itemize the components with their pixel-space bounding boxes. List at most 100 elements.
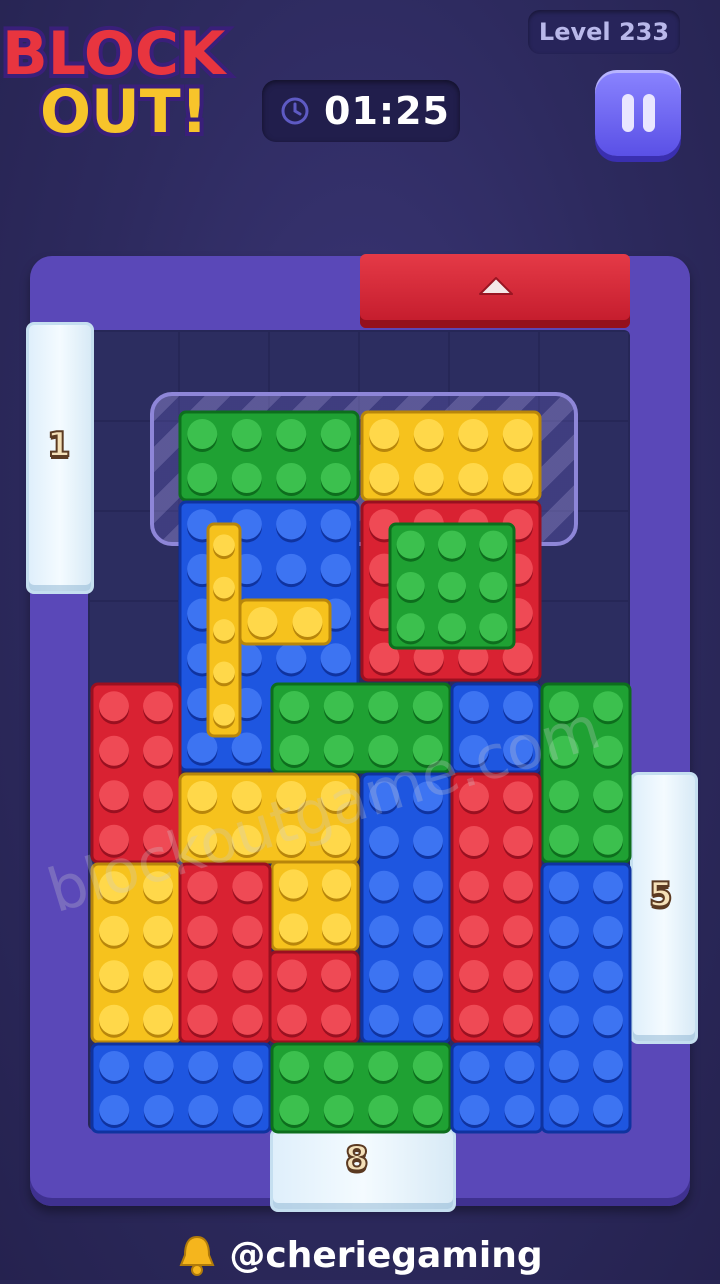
stud xyxy=(503,826,533,856)
brick-green-inner[interactable] xyxy=(388,522,516,650)
stud xyxy=(503,915,533,946)
brick-blue-right[interactable] xyxy=(540,862,632,1134)
stud xyxy=(99,735,129,766)
stud xyxy=(369,419,400,449)
brick-green-top[interactable] xyxy=(178,410,360,502)
stud xyxy=(504,1051,535,1081)
brick-blue-bottom-right[interactable] xyxy=(450,1042,544,1134)
stud xyxy=(187,960,218,991)
stud xyxy=(292,607,323,637)
stud xyxy=(276,643,307,674)
stud xyxy=(369,1004,399,1035)
brick-red-l-foot[interactable] xyxy=(268,950,360,1044)
stud xyxy=(459,915,489,946)
stud xyxy=(549,871,579,902)
stud xyxy=(413,960,443,990)
stud xyxy=(549,1005,579,1036)
stud xyxy=(593,1005,623,1036)
stud xyxy=(412,1051,443,1081)
stud xyxy=(213,619,235,641)
stud xyxy=(369,915,399,946)
stud xyxy=(277,959,307,990)
stud xyxy=(437,613,467,642)
stud xyxy=(213,534,235,557)
brick-red-l-part[interactable] xyxy=(178,862,272,1044)
stud xyxy=(396,571,425,601)
stud xyxy=(459,826,489,856)
stud xyxy=(479,571,508,601)
stud xyxy=(213,703,235,726)
stud xyxy=(232,871,263,902)
stud xyxy=(503,960,533,990)
stud xyxy=(276,509,307,540)
stud xyxy=(321,1004,351,1035)
stud xyxy=(504,1095,535,1125)
stud xyxy=(593,871,623,902)
stud xyxy=(412,1095,443,1125)
stud xyxy=(278,913,309,943)
brick-yellow-top[interactable] xyxy=(360,410,542,502)
footer: @cheriegaming xyxy=(0,1230,720,1280)
stud xyxy=(187,915,218,946)
bricks-svg xyxy=(90,410,632,1134)
stud xyxy=(143,780,173,811)
stud xyxy=(99,960,129,991)
stud xyxy=(231,419,262,449)
stud xyxy=(99,1004,129,1035)
stud xyxy=(368,691,399,721)
brick-blue-bottom-left[interactable] xyxy=(90,1042,272,1134)
stud xyxy=(321,869,352,899)
stud xyxy=(99,915,129,946)
stud xyxy=(437,571,467,601)
stud xyxy=(458,463,489,493)
creator-handle: @cheriegaming xyxy=(229,1234,543,1276)
stud xyxy=(320,509,351,540)
stud xyxy=(278,869,309,899)
stud xyxy=(276,463,307,493)
brick-yellow-t-arm[interactable] xyxy=(238,598,332,646)
stud xyxy=(187,1004,218,1035)
stud xyxy=(549,780,579,811)
stud xyxy=(413,915,443,946)
stud xyxy=(276,553,307,585)
stud xyxy=(321,959,351,990)
stud xyxy=(143,915,173,946)
stud xyxy=(549,916,579,946)
stud xyxy=(503,870,533,901)
stud xyxy=(459,1051,490,1081)
stud xyxy=(99,1095,130,1125)
stud xyxy=(320,463,351,493)
stud xyxy=(503,1004,533,1035)
stud xyxy=(232,1051,263,1081)
stud xyxy=(549,1050,579,1080)
stud xyxy=(413,419,444,449)
stud xyxy=(369,870,399,901)
stud xyxy=(369,960,399,990)
stud xyxy=(413,1004,443,1035)
stud xyxy=(479,530,508,559)
stud xyxy=(143,960,173,991)
stud xyxy=(232,1004,263,1035)
stud xyxy=(459,960,489,990)
stud xyxy=(232,915,263,946)
stud xyxy=(593,916,623,946)
stud xyxy=(99,691,129,722)
stud xyxy=(231,463,262,493)
brick-red-tall[interactable] xyxy=(450,772,542,1044)
stud xyxy=(320,553,351,585)
stud xyxy=(213,661,235,684)
brick-green-bottom[interactable] xyxy=(270,1042,452,1134)
brick-yellow-l-bottom[interactable] xyxy=(270,860,360,952)
stud xyxy=(188,1095,219,1125)
stud xyxy=(479,613,508,642)
stud xyxy=(143,735,173,766)
stud xyxy=(593,960,623,991)
stud xyxy=(247,607,278,637)
stud xyxy=(413,463,444,493)
stud xyxy=(396,530,425,559)
stud xyxy=(413,870,443,901)
stud xyxy=(593,780,623,811)
stud xyxy=(320,643,351,674)
stud xyxy=(459,1095,490,1125)
brick-yellow-t-stem[interactable] xyxy=(206,522,242,738)
